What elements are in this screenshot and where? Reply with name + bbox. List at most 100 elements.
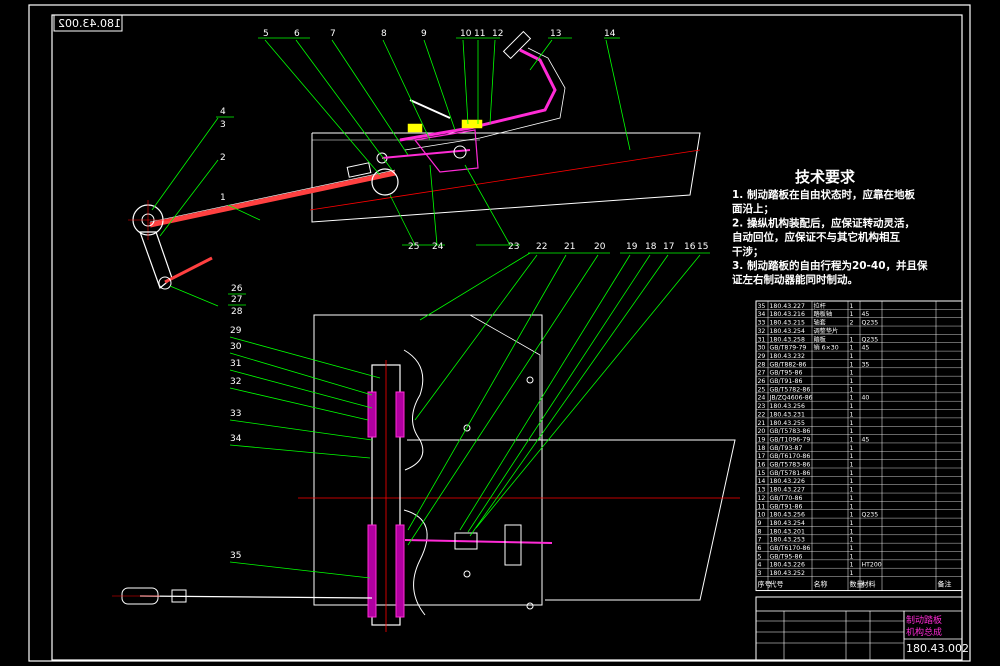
bom-cell: 32: [758, 328, 766, 335]
bom-cell: HT200: [862, 562, 882, 569]
bom-cell: 2: [850, 320, 854, 327]
bom-cell: 19: [758, 436, 766, 443]
parts-list: 35 180.43.227 拉杆 134 180.43.216 踏板轴 1 4533 180.4…: [755, 300, 963, 592]
bom-cell: 1: [850, 311, 854, 318]
drawing-code: 180.43.002: [906, 642, 969, 655]
title-block-left: [755, 610, 905, 661]
bom-cell: 1: [850, 503, 854, 510]
bom-cell: GB/T70-86: [770, 495, 803, 502]
bom-cell: 拉杆: [814, 302, 826, 310]
bom-cell: 45: [862, 311, 870, 318]
bom-cell: 30: [758, 345, 766, 352]
bom-cell: 22: [758, 411, 766, 418]
bom-cell: 180.43.232: [770, 353, 805, 360]
bom-cell: 销 6×30: [814, 344, 839, 352]
callout-label: 28: [231, 307, 243, 317]
bom-cell: 4: [758, 562, 762, 569]
tech-req-line: 2. 操纵机构装配后，应保证转动灵活，: [732, 216, 915, 229]
callout-label: 24: [432, 242, 444, 252]
bracket-contour: [403, 349, 424, 471]
adjust-block: [461, 119, 483, 129]
bom-cell: 180.43.216: [770, 311, 805, 318]
bom-cell: 轴套: [814, 319, 826, 327]
callout-label: 17: [663, 242, 674, 252]
crank-end-pin: [158, 276, 172, 290]
callout-label: 29: [230, 326, 242, 336]
bom-cell: 180.43.252: [770, 570, 805, 577]
bom-cell: GB/T95-86: [770, 553, 803, 560]
callout-label: 33: [230, 409, 241, 419]
bom-cell: 1: [850, 487, 854, 494]
crank-link: [164, 256, 213, 284]
bom-cell: 180.43.254: [770, 520, 805, 527]
bom-cell: 24: [758, 395, 766, 402]
bom-cell: 12: [758, 495, 766, 502]
bom-cell: GB/T879-79: [770, 345, 807, 352]
bom-header-cell: 材料: [862, 580, 876, 589]
tech-req-line: 自动回位，应保证不与其它机构相互: [732, 231, 900, 244]
bom-cell: GB/T91-86: [770, 378, 803, 385]
callout-label: 25: [408, 242, 419, 252]
bom-cell: 9: [758, 520, 762, 527]
bom-cell: GB/T6170-86: [770, 453, 811, 460]
bom-cell: 1: [850, 378, 854, 385]
bom-cell: 180.43.226: [770, 562, 805, 569]
callout-label: 21: [564, 242, 575, 252]
bom-cell: 180.43.253: [770, 537, 805, 544]
bom-cell: 180.43.215: [770, 320, 805, 327]
title-line-1: 制动踏板: [906, 614, 942, 626]
bom-cell: 23: [758, 403, 766, 410]
bom-cell: 45: [862, 436, 870, 443]
bom-cell: 3: [758, 570, 762, 577]
bom-cell: 1: [850, 537, 854, 544]
bom-cell: 26: [758, 378, 766, 385]
clevis: [346, 162, 372, 178]
bom-cell: 14: [758, 478, 766, 485]
bom-cell: 1: [850, 395, 854, 402]
bom-cell: 6: [758, 545, 762, 552]
push-rod-edge: [149, 169, 396, 223]
bom-cell: 8: [758, 528, 762, 535]
bom-cell: 踏板轴: [814, 310, 833, 318]
push-rod: [149, 170, 396, 228]
bom-cell: 25: [758, 386, 766, 393]
section-view: [112, 314, 740, 632]
bom-cell: 180.43.256: [770, 512, 805, 519]
bom-cell: GB/T5782-86: [770, 386, 811, 393]
bom-cell: 15: [758, 470, 766, 477]
callout-label: 15: [697, 242, 708, 252]
title-block: 制动踏板 机构总成 180.43.002: [755, 596, 969, 661]
bom-cell: GB/T882-86: [770, 361, 807, 368]
bom-cell: 180.43.227: [770, 303, 805, 310]
callout-label: 13: [550, 29, 561, 39]
technical-requirements: 技术要求 1. 制动踏板在自由状态时，应靠在地板 面沿上；2. 操纵机构装配后，应…: [732, 168, 928, 286]
lower-bushing: [367, 524, 377, 618]
bom-cell: 35: [862, 361, 870, 368]
bom-cell: 1: [850, 361, 854, 368]
callout-label: 22: [536, 242, 547, 252]
bom-cell: 40: [862, 395, 870, 402]
bom-cell: GB/T6170-86: [770, 545, 811, 552]
bom-cell: 1: [850, 370, 854, 377]
bom-cell: 1: [850, 478, 854, 485]
callout-label: 10: [460, 29, 472, 39]
tech-req-line: 3. 制动踏板的自由行程为20-40，并且保: [732, 259, 928, 272]
return-spring: [409, 99, 451, 119]
bom-cell: 35: [758, 303, 766, 310]
callout-label: 35: [230, 551, 241, 561]
floor-contour-right: [545, 439, 736, 601]
callout-label: 31: [230, 359, 241, 369]
callout-label: 4: [220, 107, 226, 117]
bom-cell: 1: [850, 495, 854, 502]
bom-cell: 7: [758, 537, 762, 544]
bom-cell: 18: [758, 445, 766, 452]
bom-cell: 1: [850, 462, 854, 469]
bom-cell: 1: [850, 345, 854, 352]
bom-cell: 17: [758, 453, 766, 460]
callout-numbers: 5 6 7 8 9 10 11 12 13 14432126272825 24 23 22 21 20 19 1…: [216, 29, 708, 561]
bom-cell: 10: [758, 512, 766, 519]
bom-cell: 29: [758, 353, 766, 360]
callout-label: 12: [492, 29, 503, 39]
bom-cell: 1: [850, 520, 854, 527]
callout-label: 16: [684, 242, 696, 252]
